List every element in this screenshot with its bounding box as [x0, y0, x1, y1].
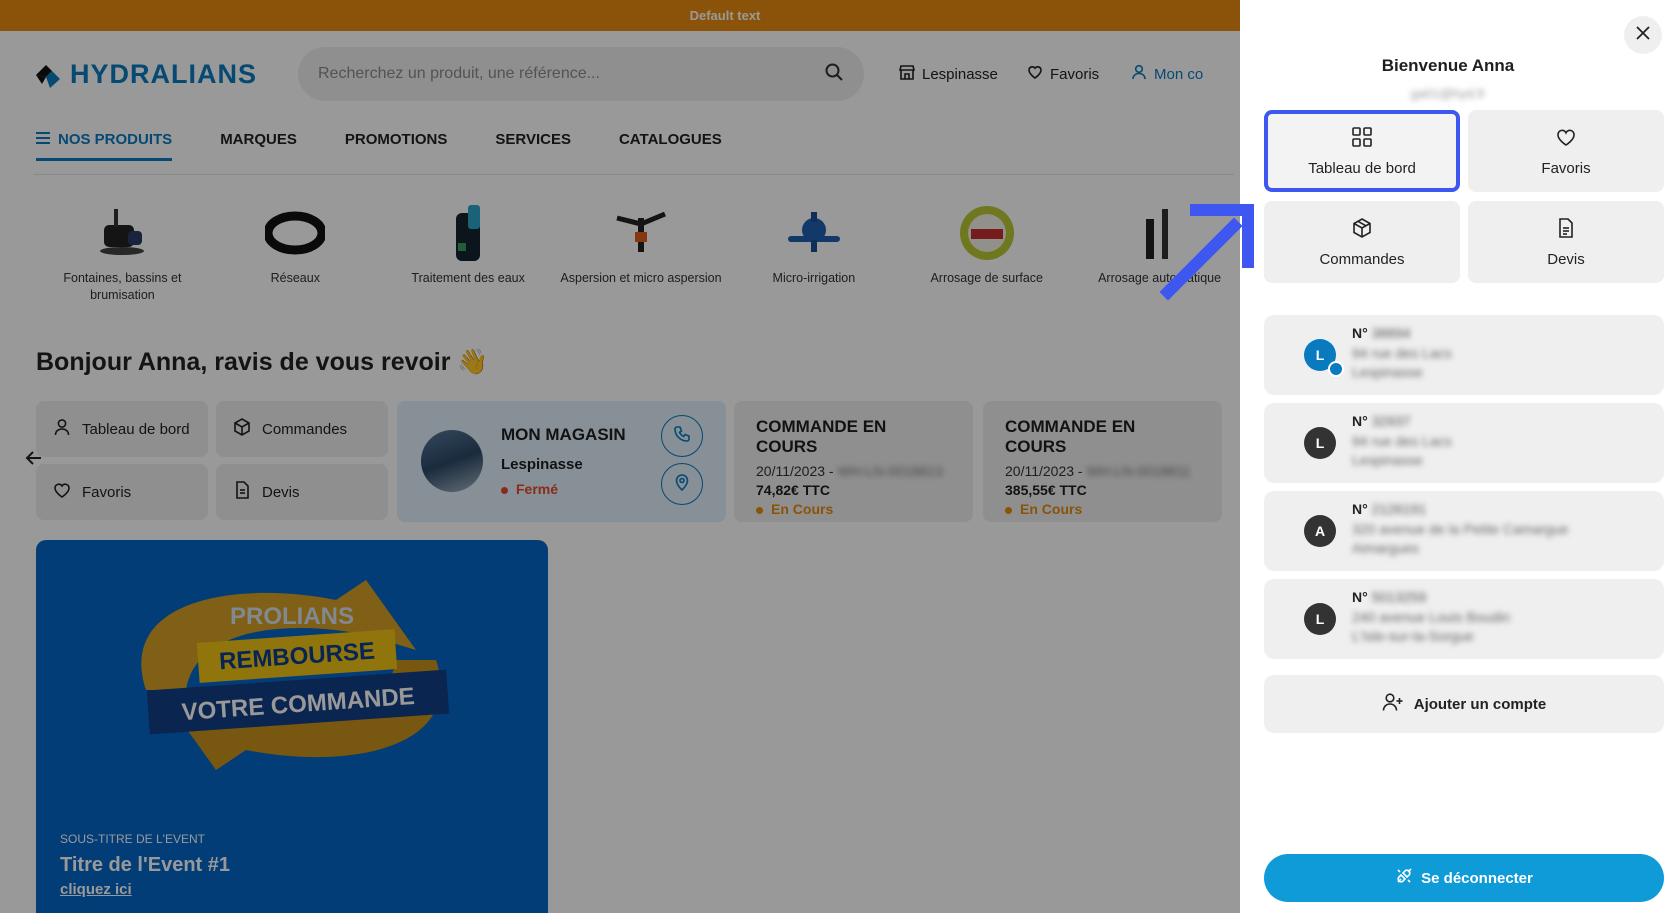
tile-dashboard[interactable]: Tableau de bord [1264, 110, 1460, 192]
heart-icon [1555, 126, 1577, 152]
account-drawer: Bienvenue Anna ga01@hyd.fr Tableau de bo… [1240, 0, 1680, 913]
drawer-title: Bienvenue Anna [1381, 56, 1515, 75]
close-icon [1635, 25, 1651, 46]
logout-button[interactable]: Se déconnecter [1264, 854, 1664, 902]
account-item[interactable]: L N° 5013259 240 avenue Louis Boudin L'I… [1264, 579, 1664, 659]
user-plus-icon [1382, 692, 1404, 716]
document-icon [1555, 217, 1577, 243]
tile-quotes[interactable]: Devis [1468, 201, 1664, 283]
check-icon [1328, 361, 1344, 377]
unplug-icon [1395, 867, 1413, 889]
account-item[interactable]: L N° 32937 94 rue des Lacs Lespinasse [1264, 403, 1664, 483]
user-email: ga01@hyd.fr [1410, 86, 1486, 101]
avatar: L [1304, 427, 1336, 459]
close-button[interactable] [1624, 16, 1662, 54]
modal-overlay[interactable] [0, 0, 1240, 913]
tile-favorites[interactable]: Favoris [1468, 110, 1664, 192]
avatar: A [1304, 515, 1336, 547]
avatar: L [1304, 603, 1336, 635]
tile-orders[interactable]: Commandes [1264, 201, 1460, 283]
package-icon [1351, 217, 1373, 243]
account-item[interactable]: A N° 2126191 320 avenue de la Petite Cam… [1264, 491, 1664, 571]
annotation-arrow-icon [1160, 204, 1254, 300]
grid-icon [1351, 126, 1373, 152]
add-account-button[interactable]: Ajouter un compte [1264, 675, 1664, 733]
account-item[interactable]: L N° 38894 94 rue des Lacs Lespinasse [1264, 315, 1664, 395]
